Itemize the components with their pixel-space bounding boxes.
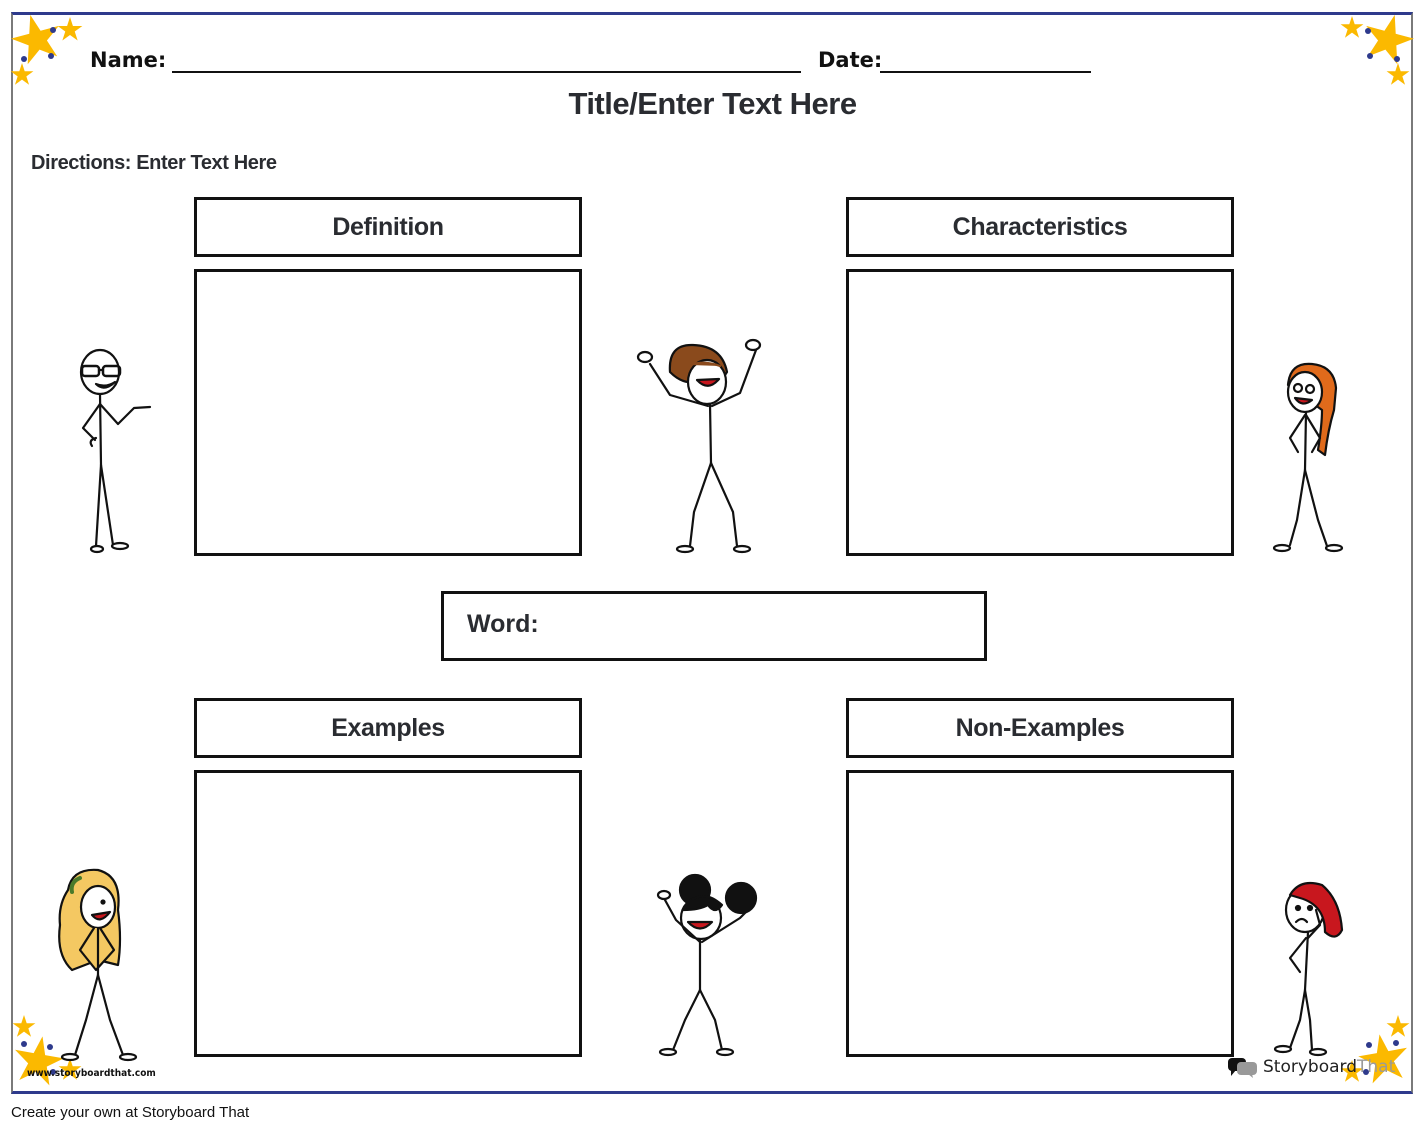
character-brown-hair-cheering — [636, 338, 762, 554]
character-orange-braid — [1272, 362, 1344, 553]
character-black-hair-buns — [656, 873, 758, 1057]
brand-primary: Storyboard — [1263, 1057, 1357, 1077]
brand-secondary: That — [1357, 1057, 1396, 1077]
character-red-cap-thinking — [1273, 881, 1344, 1057]
character-blonde-long-hair — [58, 868, 138, 1062]
storyboardthat-url: www.storyboardthat.com — [27, 1068, 156, 1079]
storyboardthat-logo: StoryboardThat — [1228, 1056, 1395, 1078]
character-glasses-presenter — [79, 348, 152, 554]
speech-bubbles-icon — [1228, 1058, 1257, 1078]
character-illustrations — [58, 338, 1344, 1062]
footer-link[interactable]: Create your own at Storyboard That — [11, 1104, 249, 1121]
